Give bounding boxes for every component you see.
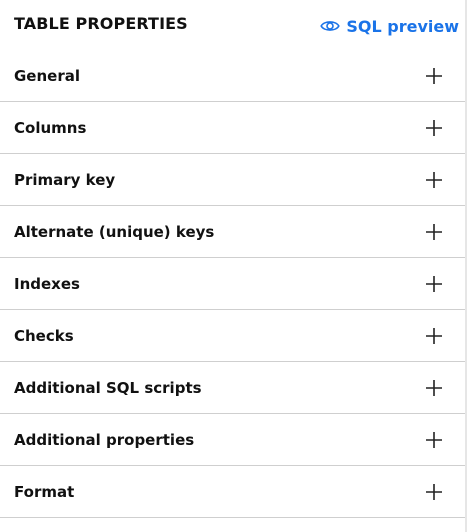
section-list: General Columns Primary key Alternate (u… bbox=[0, 50, 465, 518]
section-additional-properties[interactable]: Additional properties bbox=[0, 414, 465, 466]
section-general[interactable]: General bbox=[0, 50, 465, 102]
plus-icon[interactable] bbox=[425, 431, 443, 449]
table-properties-panel: TABLE PROPERTIES SQL preview General Col… bbox=[0, 0, 467, 532]
plus-icon[interactable] bbox=[425, 67, 443, 85]
panel-header: TABLE PROPERTIES SQL preview bbox=[0, 0, 465, 50]
plus-icon[interactable] bbox=[425, 119, 443, 137]
section-label: Additional SQL scripts bbox=[14, 378, 202, 397]
plus-icon[interactable] bbox=[425, 275, 443, 293]
plus-icon[interactable] bbox=[425, 483, 443, 501]
panel-title: TABLE PROPERTIES bbox=[14, 13, 188, 33]
section-label: Additional properties bbox=[14, 430, 195, 449]
section-format[interactable]: Format bbox=[0, 466, 465, 518]
section-label: General bbox=[14, 66, 80, 85]
plus-icon[interactable] bbox=[425, 171, 443, 189]
plus-icon[interactable] bbox=[425, 223, 443, 241]
sql-preview-link[interactable]: SQL preview bbox=[320, 17, 459, 36]
section-label: Primary key bbox=[14, 170, 116, 189]
section-indexes[interactable]: Indexes bbox=[0, 258, 465, 310]
section-checks[interactable]: Checks bbox=[0, 310, 465, 362]
section-label: Indexes bbox=[14, 274, 80, 293]
section-primary-key[interactable]: Primary key bbox=[0, 154, 465, 206]
section-label: Checks bbox=[14, 326, 74, 345]
eye-icon bbox=[320, 18, 341, 34]
section-alternate-keys[interactable]: Alternate (unique) keys bbox=[0, 206, 465, 258]
section-label: Format bbox=[14, 482, 75, 501]
section-label: Columns bbox=[14, 118, 87, 137]
section-columns[interactable]: Columns bbox=[0, 102, 465, 154]
sql-preview-label: SQL preview bbox=[346, 16, 459, 36]
plus-icon[interactable] bbox=[425, 379, 443, 397]
plus-icon[interactable] bbox=[425, 327, 443, 345]
section-additional-sql-scripts[interactable]: Additional SQL scripts bbox=[0, 362, 465, 414]
section-label: Alternate (unique) keys bbox=[14, 222, 215, 241]
